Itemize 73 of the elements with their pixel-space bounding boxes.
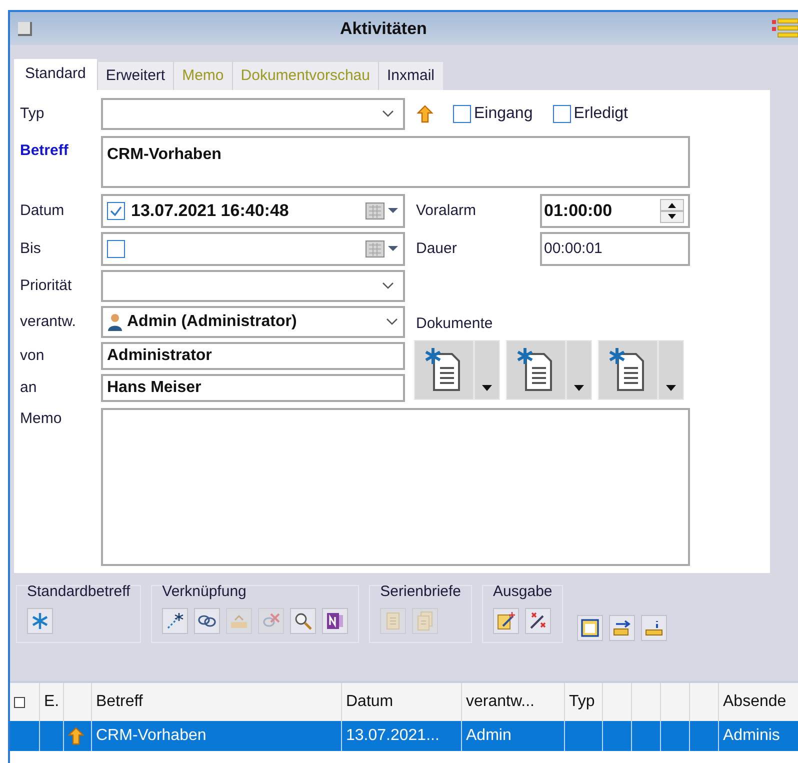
field-label: Typ — [20, 104, 46, 124]
checkbox[interactable] — [552, 105, 571, 123]
time-spinner[interactable]: 01:00:00 — [540, 194, 690, 228]
dropdown-chevron-icon[interactable] — [385, 317, 399, 327]
list-menu-icon[interactable] — [772, 18, 798, 40]
new-document-button[interactable] — [598, 340, 658, 400]
dropdown-chevron-icon[interactable] — [381, 281, 395, 291]
edit-page-icon[interactable] — [493, 608, 520, 634]
checkbox-label: Eingang — [474, 104, 533, 124]
column-header[interactable]: E. — [44, 690, 60, 714]
field-label: Voralarm — [416, 200, 478, 221]
priority-arrow-icon — [68, 727, 84, 745]
field-label: Dauer — [416, 238, 458, 259]
subject-label: Betreff — [20, 141, 70, 161]
notebook-icon[interactable] — [322, 608, 348, 634]
tab[interactable]: Standard — [14, 59, 97, 90]
date-picker[interactable]: 13.07.2021 16:40:48 — [101, 194, 405, 228]
table-cell-text: 13.07.2021... — [346, 726, 440, 746]
subject-field[interactable]: CRM-Vorhaben — [101, 136, 690, 188]
tab[interactable]: Erweitert — [96, 62, 174, 90]
caret-icon — [574, 384, 584, 390]
field-label: an — [20, 378, 38, 398]
field-label: verantw. — [20, 312, 77, 332]
calendar-icon[interactable] — [577, 615, 604, 641]
group-label: Verknüpfung — [162, 582, 248, 602]
column-header[interactable]: Typ — [569, 690, 595, 714]
new-document-button[interactable] — [506, 340, 566, 400]
documents-label: Dokumente — [416, 314, 494, 334]
new-link-icon[interactable] — [162, 608, 188, 634]
magic-wand-icon[interactable] — [525, 608, 552, 634]
window-title: Aktivitäten — [340, 18, 427, 40]
field-label: Memo — [20, 409, 63, 429]
calendar-dropdown-icon[interactable] — [365, 239, 399, 259]
text-field[interactable]: Administrator — [101, 342, 405, 370]
table-cell-text: Admin — [466, 726, 512, 746]
date-checkbox[interactable] — [107, 202, 125, 220]
group-label: Standardbetreff — [27, 582, 130, 602]
user-icon — [107, 313, 123, 331]
tab[interactable]: Inxmail — [378, 62, 443, 90]
new-document-button[interactable] — [414, 340, 474, 400]
field-label: Datum — [20, 200, 66, 221]
date-checkbox[interactable] — [107, 240, 125, 258]
calendar-dropdown-icon[interactable] — [365, 201, 399, 221]
window-icon[interactable] — [18, 22, 32, 36]
column-header[interactable]: verantw... — [466, 690, 534, 714]
export-icon[interactable] — [609, 615, 636, 641]
field-label: von — [20, 346, 46, 366]
text-field[interactable]: 00:00:01 — [540, 232, 690, 266]
checkbox[interactable] — [453, 105, 471, 123]
select-all-checkbox[interactable] — [14, 696, 25, 708]
table-cell-text: CRM-Vorhaben — [96, 726, 206, 746]
caret-icon — [482, 384, 492, 390]
field-label: Priorität — [20, 276, 73, 296]
table-cell-text: Adminis — [723, 726, 780, 746]
asterisk-icon[interactable] — [27, 608, 53, 634]
caret-icon — [666, 384, 676, 390]
dropdown-chevron-icon[interactable] — [381, 109, 395, 119]
responsible-dropdown[interactable]: Admin (Administrator) — [101, 306, 405, 338]
column-header[interactable]: Datum — [346, 690, 394, 714]
text-field[interactable]: Hans Meiser — [101, 374, 405, 402]
chain-link-icon[interactable] — [194, 608, 220, 634]
column-header[interactable]: Absende — [723, 690, 786, 714]
group-label: Ausgabe — [493, 582, 552, 602]
checkbox-label: Erledigt — [574, 104, 628, 124]
table-row[interactable]: CRM-Vorhaben 13.07.2021... Admin Adminis — [10, 721, 798, 751]
group-label: Serienbriefe — [380, 582, 462, 602]
field-label: Bis — [20, 238, 42, 259]
info-tray-icon[interactable] — [641, 615, 668, 641]
spinner-arrows-icon[interactable] — [660, 199, 684, 223]
magnifier-icon[interactable] — [290, 608, 316, 634]
column-header[interactable]: Betreff — [96, 690, 143, 714]
priority-arrow-icon — [417, 105, 433, 123]
memo-field[interactable] — [101, 408, 690, 566]
